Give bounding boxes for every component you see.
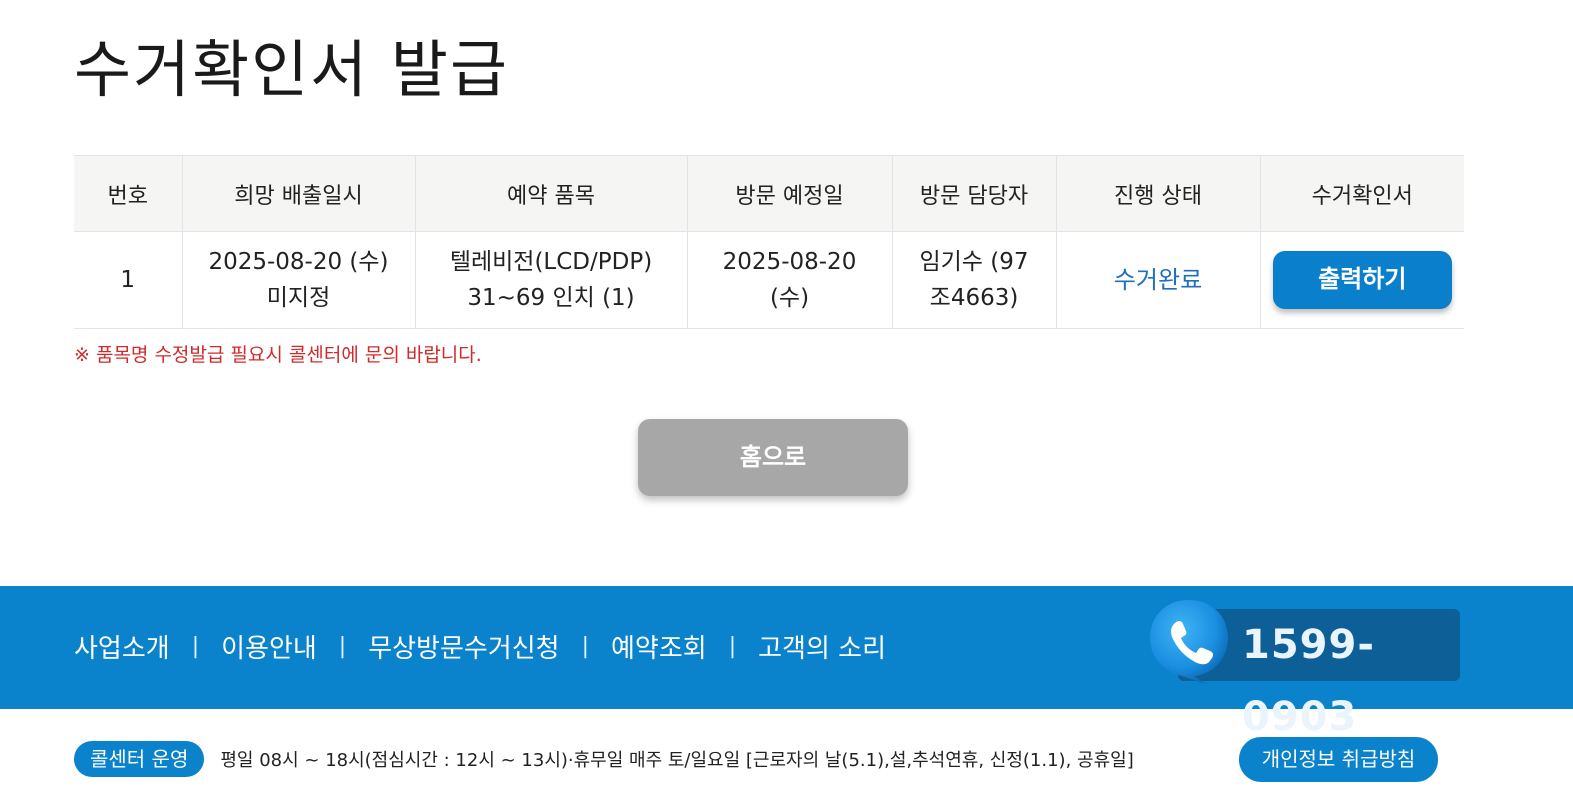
footer-nav-guide[interactable]: 이용안내 <box>221 628 317 665</box>
footer-nav-apply[interactable]: 무상방문수거신청 <box>368 628 559 665</box>
footer-nav-voice[interactable]: 고객의 소리 <box>758 628 886 665</box>
cell-visit-line2: (수) <box>769 285 810 311</box>
header-no: 번호 <box>74 155 182 232</box>
cell-status: 수거완료 <box>1055 231 1260 329</box>
nav-separator: | <box>338 633 347 659</box>
header-visit-date: 방문 예정일 <box>686 155 892 232</box>
footer-nav-lookup[interactable]: 예약조회 <box>611 628 707 665</box>
cell-staff-line1: 임기수 (97 <box>919 249 1029 275</box>
notice-text: ※ 품목명 수정발급 필요시 콜센터에 문의 바랍니다. <box>74 344 482 366</box>
table-row: 1 2025-08-20 (수) 미지정 텔레비전(LCD/PDP) 31~69… <box>74 231 1464 329</box>
cell-item-line2: 31~69 인치 (1) <box>467 285 635 311</box>
footer-nav: 사업소개 | 이용안내 | 무상방문수거신청 | 예약조회 | 고객의 소리 <box>74 626 886 666</box>
cell-staff: 임기수 (97 조4663) <box>891 231 1056 329</box>
callcenter-badge: 콜센터 운영 <box>74 741 205 777</box>
cell-visit-line1: 2025-08-20 <box>722 249 857 275</box>
cell-item-line1: 텔레비전(LCD/PDP) <box>449 249 653 275</box>
pickup-table: 번호 희망 배출일시 예약 품목 방문 예정일 방문 담당자 진행 상태 수거확… <box>74 155 1464 329</box>
cell-date-line1: 2025-08-20 (수) <box>208 249 389 275</box>
header-staff: 방문 담당자 <box>891 155 1056 232</box>
cell-no: 1 <box>74 231 182 329</box>
privacy-policy-button[interactable]: 개인정보 취급방침 <box>1239 737 1438 782</box>
header-status: 진행 상태 <box>1055 155 1260 232</box>
callcenter-hours: 평일 08시 ~ 18시(점심시간 : 12시 ~ 13시)·휴무일 매주 토/… <box>220 750 1134 771</box>
nav-separator: | <box>581 633 590 659</box>
cell-date-line2: 미지정 <box>266 285 331 311</box>
cell-date: 2025-08-20 (수) 미지정 <box>181 231 415 329</box>
status-text: 수거완료 <box>1113 265 1203 294</box>
footer-nav-business[interactable]: 사업소개 <box>74 628 170 665</box>
cell-certificate: 출력하기 <box>1259 231 1464 329</box>
phone-number: 1599-0903 <box>1242 622 1375 740</box>
print-button[interactable]: 출력하기 <box>1272 251 1452 309</box>
callcenter-info: 콜센터 운영 평일 08시 ~ 18시(점심시간 : 12시 ~ 13시)·휴무… <box>74 741 1134 777</box>
footer-bar: 사업소개 | 이용안내 | 무상방문수거신청 | 예약조회 | 고객의 소리 1… <box>0 586 1573 740</box>
header-date: 희망 배출일시 <box>181 155 415 232</box>
page-title: 수거확인서 발급 <box>74 33 509 106</box>
nav-separator: | <box>728 633 737 659</box>
pickup-table-wrap: 번호 희망 배출일시 예약 품목 방문 예정일 방문 담당자 진행 상태 수거확… <box>74 155 1464 329</box>
cell-visit-date: 2025-08-20 (수) <box>686 231 892 329</box>
table-header-row: 번호 희망 배출일시 예약 품목 방문 예정일 방문 담당자 진행 상태 수거확… <box>74 155 1464 232</box>
header-item: 예약 품목 <box>414 155 687 232</box>
cell-staff-line2: 조4663) <box>929 285 1019 311</box>
nav-separator: | <box>191 633 200 659</box>
phone-call-icon <box>1150 600 1228 684</box>
home-button[interactable]: 홈으로 <box>638 419 908 496</box>
header-certificate: 수거확인서 <box>1259 155 1464 232</box>
cell-item: 텔레비전(LCD/PDP) 31~69 인치 (1) <box>414 231 687 329</box>
